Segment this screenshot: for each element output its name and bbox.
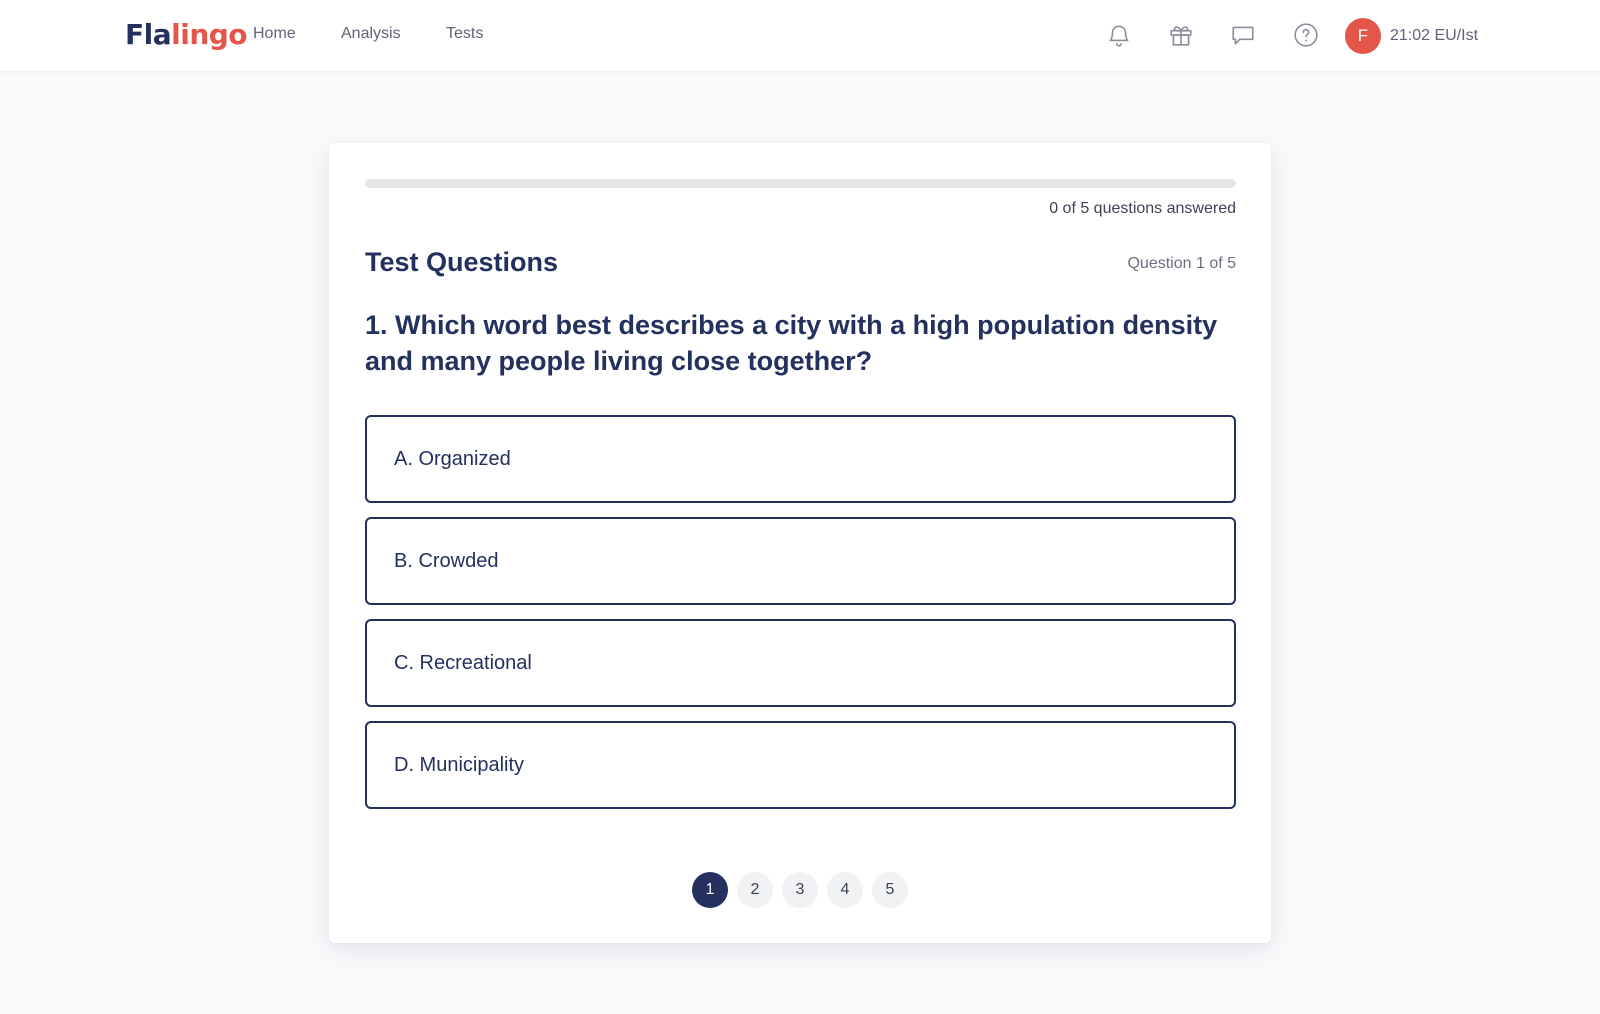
help-icon[interactable] bbox=[1291, 20, 1321, 50]
page-button-4[interactable]: 4 bbox=[827, 872, 863, 908]
question-counter: Question 1 of 5 bbox=[1127, 255, 1236, 272]
gift-icon[interactable] bbox=[1166, 20, 1196, 50]
logo-text-part1: Fla bbox=[125, 18, 172, 51]
chat-icon[interactable] bbox=[1228, 20, 1258, 50]
bell-icon[interactable] bbox=[1104, 20, 1134, 50]
question-pagination: 1 2 3 4 5 bbox=[329, 872, 1271, 908]
user-avatar[interactable]: F bbox=[1345, 18, 1381, 54]
nav-link-tests[interactable]: Tests bbox=[446, 25, 483, 43]
answer-option-b[interactable]: B. Crowded bbox=[365, 517, 1236, 605]
logo-text-part2: lingo bbox=[171, 18, 248, 51]
top-nav-bar: Flalingo Home Analysis Tests F 21:02 EU/… bbox=[0, 0, 1600, 72]
nav-link-analysis[interactable]: Analysis bbox=[341, 25, 401, 43]
answer-option-d[interactable]: D. Municipality bbox=[365, 721, 1236, 809]
flalingo-logo[interactable]: Flalingo bbox=[125, 18, 248, 51]
nav-link-home[interactable]: Home bbox=[253, 25, 296, 43]
page-title: Test Questions bbox=[365, 247, 559, 277]
progress-label: 0 of 5 questions answered bbox=[1049, 200, 1236, 217]
answer-option-c[interactable]: C. Recreational bbox=[365, 619, 1236, 707]
test-card: 0 of 5 questions answered Test Questions… bbox=[329, 143, 1271, 943]
question-text: 1. Which word best describes a city with… bbox=[365, 310, 1218, 376]
answer-option-a[interactable]: A. Organized bbox=[365, 415, 1236, 503]
progress-bar bbox=[365, 179, 1236, 188]
page-button-5[interactable]: 5 bbox=[872, 872, 908, 908]
page-button-3[interactable]: 3 bbox=[782, 872, 818, 908]
page-button-2[interactable]: 2 bbox=[737, 872, 773, 908]
page-button-1[interactable]: 1 bbox=[692, 872, 728, 908]
clock-timezone: 21:02 EU/Ist bbox=[1390, 27, 1479, 44]
